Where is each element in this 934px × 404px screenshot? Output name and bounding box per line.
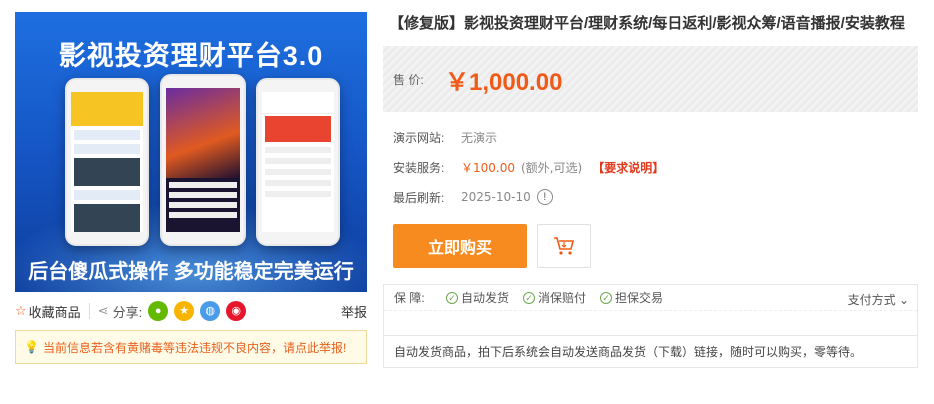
install-requirements-link[interactable]: 【要求说明】 <box>592 159 664 176</box>
buy-now-button[interactable]: 立即购买 <box>393 224 527 268</box>
price-box: 售 价: ￥1,000.00 <box>383 46 918 112</box>
guarantee-description: 自动发货商品，拍下后系统会自动发送商品发货（下载）链接，随时可以购买，零等待。 <box>383 336 918 368</box>
qq-icon[interactable]: ◍ <box>200 301 221 321</box>
favorite-label: 收藏商品 <box>28 304 81 320</box>
favorite-button[interactable]: ☆ 收藏商品 <box>15 302 81 321</box>
guarantee-tag: ✓ 消保赔付 <box>523 289 586 306</box>
share-label: 分享: <box>112 304 143 320</box>
phone-mockup-account <box>256 78 340 246</box>
product-gallery: 影视投资理财平台3.0 后台傻瓜式操作 多功能稳定完美运行 ☆ 收藏商品 ⋖ 分… <box>15 12 367 364</box>
hero-title: 影视投资理财平台3.0 <box>58 41 324 71</box>
payment-methods-dropdown[interactable]: 支付方式 ⌄ <box>848 291 909 308</box>
add-to-cart-button[interactable] <box>537 224 591 268</box>
info-icon[interactable]: ! <box>536 189 553 205</box>
tag-label: 自动发货 <box>461 291 510 305</box>
cart-icon <box>554 237 575 255</box>
share-group: ⋖ 分享: <box>98 302 143 321</box>
product-info: 演示网站: 无演示 安装服务: ￥100.00 (额外,可选) 【要求说明】 最… <box>383 122 918 212</box>
install-price: ￥100.00 <box>461 160 515 175</box>
install-label: 安装服务: <box>393 160 445 175</box>
notice-text: 当前信息若含有黄赌毒等违法违规不良内容，请点此举报! <box>42 340 347 355</box>
action-buttons: 立即购买 <box>383 224 918 268</box>
share-icon: ⋖ <box>97 303 109 318</box>
star-icon: ☆ <box>15 303 27 318</box>
hero-subtitle: 后台傻瓜式操作 多功能稳定完美运行 <box>28 261 354 283</box>
wechat-icon[interactable]: ● <box>148 301 169 321</box>
guarantee-header: 保 障: ✓ 自动发货 ✓ 消保赔付 ✓ 担保交易 <box>384 285 917 311</box>
tag-label: 担保交易 <box>615 291 664 305</box>
refresh-date: 2025-10-10 <box>461 190 531 204</box>
check-icon: ✓ <box>600 291 613 304</box>
guarantee-tag: ✓ 担保交易 <box>600 289 663 306</box>
guarantee-label: 保 障: <box>394 291 425 305</box>
install-row: 安装服务: ￥100.00 (额外,可选) 【要求说明】 <box>393 152 918 182</box>
check-icon: ✓ <box>523 291 536 304</box>
qzone-icon[interactable]: ★ <box>174 301 195 321</box>
product-detail: 【修复版】影视投资理财平台/理财系统/每日返利/影视众筹/语音播报/安装教程 售… <box>383 12 918 368</box>
guarantee-box: 保 障: ✓ 自动发货 ✓ 消保赔付 ✓ 担保交易 支付方式 ⌄ <box>383 284 918 336</box>
product-title: 【修复版】影视投资理财平台/理财系统/每日返利/影视众筹/语音播报/安装教程 <box>389 15 905 32</box>
chevron-down-icon: ⌄ <box>898 293 909 307</box>
divider <box>88 303 90 319</box>
report-link[interactable]: 举报 <box>341 302 367 321</box>
check-icon: ✓ <box>446 291 458 304</box>
weibo-icon[interactable]: ◉ <box>226 301 247 321</box>
demo-row: 演示网站: 无演示 <box>393 122 918 152</box>
guarantee-tag: ✓ 自动发货 <box>446 289 509 306</box>
price-value: ￥1,000.00 <box>445 68 563 96</box>
product-image[interactable]: 影视投资理财平台3.0 后台傻瓜式操作 多功能稳定完美运行 <box>15 12 367 292</box>
tag-label: 消保赔付 <box>538 291 587 305</box>
lightbulb-icon: 💡 <box>24 340 39 354</box>
refresh-row: 最后刷新: 2025-10-10 ! <box>393 182 918 212</box>
payment-label: 支付方式 <box>847 293 896 307</box>
demo-label: 演示网站: <box>393 130 445 145</box>
install-note: (额外,可选) <box>521 160 583 175</box>
phone-mockup-home <box>65 78 149 246</box>
report-notice[interactable]: 💡 当前信息若含有黄赌毒等违法违规不良内容，请点此举报! <box>15 330 367 364</box>
price-label: 售 价: <box>393 72 424 87</box>
share-bar: ☆ 收藏商品 ⋖ 分享: ● ★ ◍ ◉ 举报 <box>15 294 367 328</box>
refresh-label: 最后刷新: <box>393 190 445 205</box>
phone-mockup-movie <box>160 74 246 246</box>
demo-value: 无演示 <box>461 130 498 145</box>
